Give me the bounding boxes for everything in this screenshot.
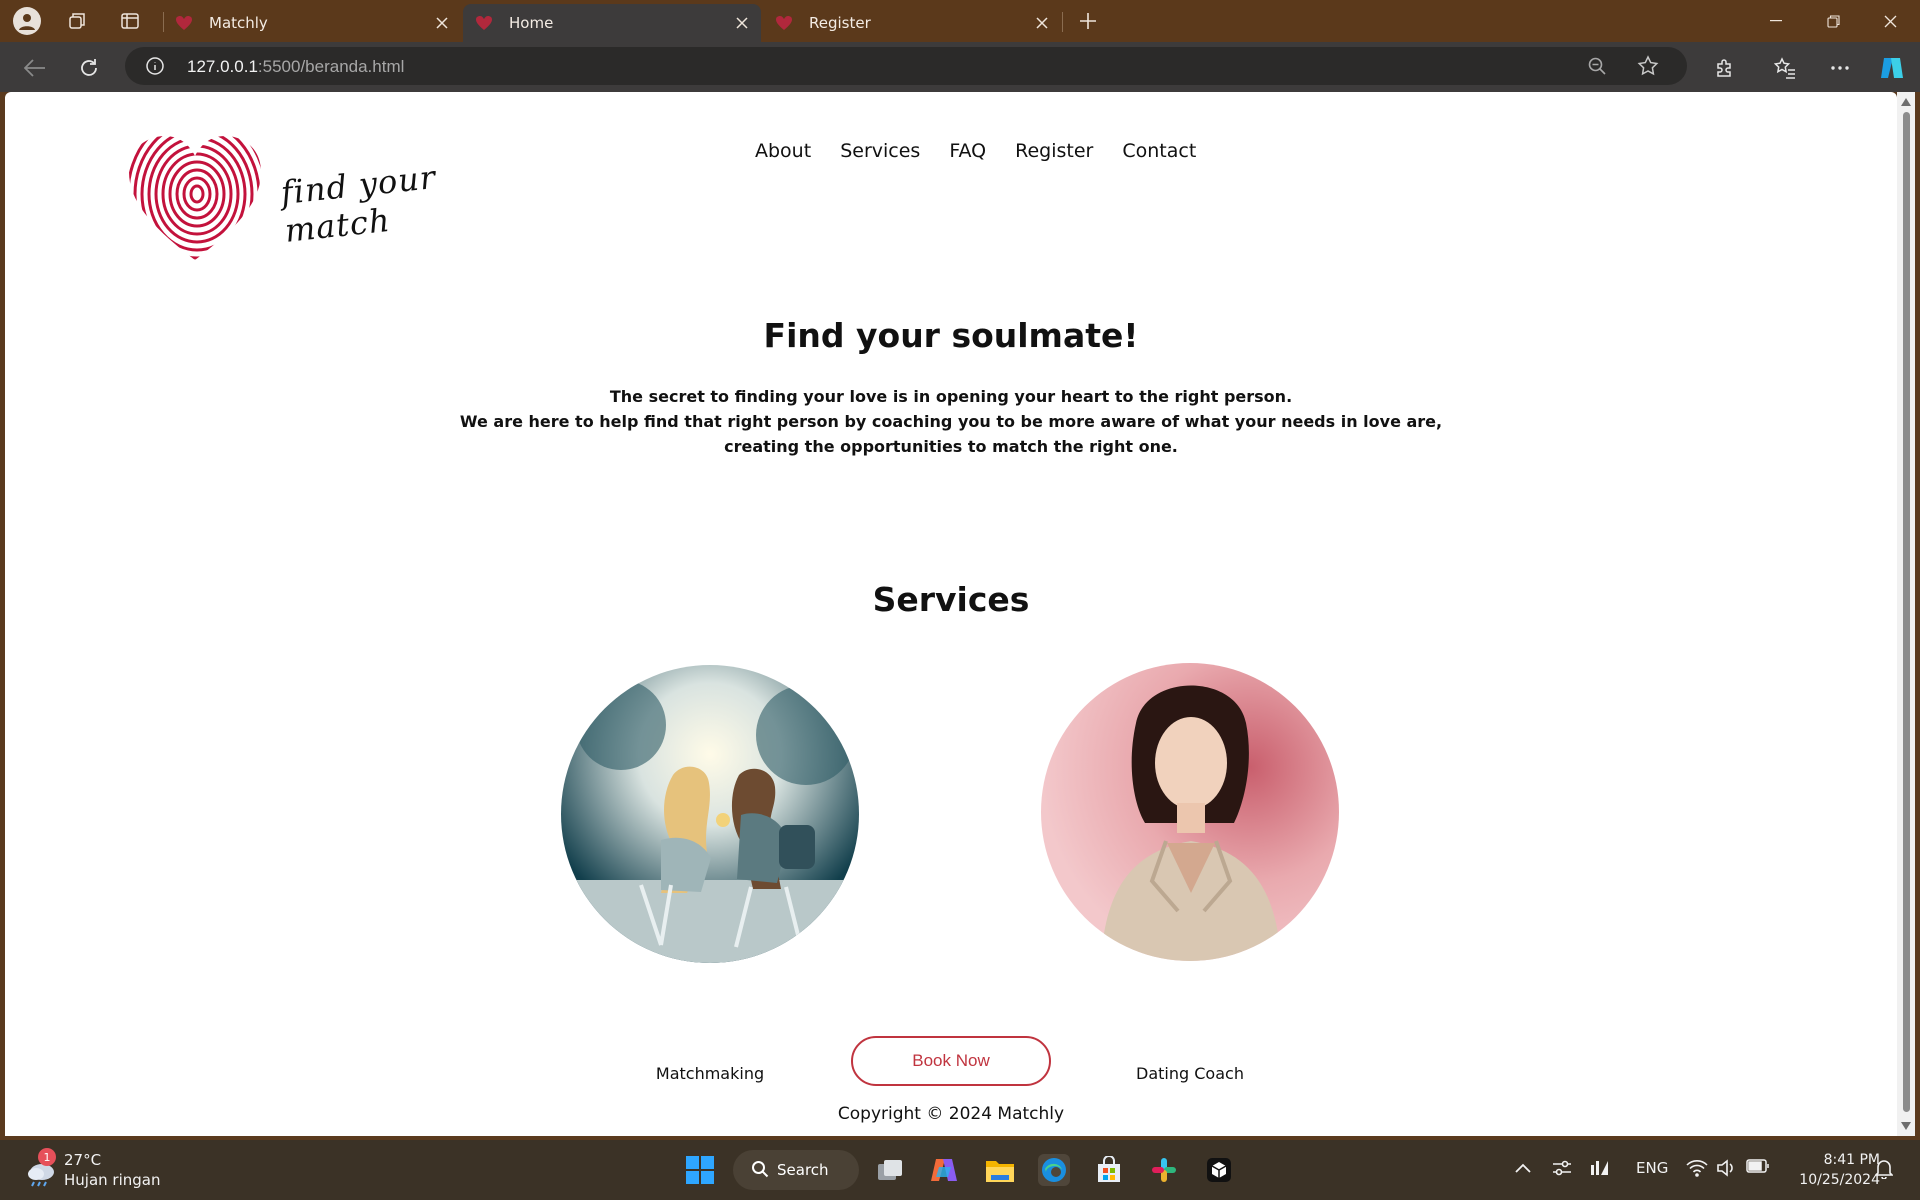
- edge-browser-icon[interactable]: [1038, 1154, 1070, 1186]
- page-scrollbar[interactable]: [1897, 92, 1915, 1136]
- services-heading: Services: [872, 580, 1030, 619]
- clock-date: 10/25/2024: [1799, 1172, 1880, 1188]
- app-cube-icon[interactable]: [1203, 1154, 1235, 1186]
- browser-toolbar: 127.0.0.1:5500/beranda.html: [0, 42, 1920, 92]
- taskbar-search-button[interactable]: Search: [733, 1150, 859, 1190]
- back-arrow-icon[interactable]: [20, 53, 50, 83]
- service-label-dating-coach: Dating Coach: [1136, 1064, 1244, 1083]
- site-info-icon[interactable]: [145, 56, 165, 80]
- heart-favicon-icon: [175, 14, 193, 32]
- settings-sliders-icon[interactable]: [1552, 1159, 1572, 1181]
- hero-line-3: creating the opportunities to match the …: [724, 437, 1178, 456]
- fingerprint-heart-icon: [129, 136, 261, 260]
- language-indicator[interactable]: ENG: [1636, 1159, 1668, 1177]
- microsoft-store-icon[interactable]: [1093, 1154, 1125, 1186]
- search-label: Search: [777, 1161, 829, 1179]
- vertical-tabs-icon[interactable]: [115, 7, 145, 35]
- system-clock[interactable]: 8:41 PM 10/25/2024: [1780, 1150, 1880, 1190]
- nav-register[interactable]: Register: [1015, 140, 1093, 162]
- workspaces-icon[interactable]: [62, 7, 92, 35]
- hero-description: The secret to finding your love is in op…: [5, 384, 1897, 459]
- slack-icon[interactable]: [1148, 1154, 1180, 1186]
- service-label-matchmaking: Matchmaking: [655, 1064, 765, 1083]
- nav-contact[interactable]: Contact: [1122, 140, 1196, 162]
- url-text: 127.0.0.1:5500/beranda.html: [187, 57, 405, 76]
- search-icon: [751, 1160, 769, 1182]
- show-hidden-icons-chevron-icon[interactable]: [1515, 1159, 1531, 1177]
- wifi-icon[interactable]: [1686, 1159, 1708, 1181]
- refresh-icon[interactable]: [74, 53, 104, 83]
- tab-label: Register: [809, 14, 871, 32]
- clock-time: 8:41 PM: [1823, 1152, 1880, 1168]
- task-view-icon[interactable]: [874, 1154, 906, 1186]
- main-nav: About Services FAQ Register Contact: [755, 140, 1196, 162]
- scroll-thumb[interactable]: [1903, 112, 1910, 1112]
- extensions-puzzle-icon[interactable]: [1710, 53, 1740, 83]
- zoom-out-icon[interactable]: [1587, 56, 1607, 80]
- favorite-star-icon[interactable]: [1637, 55, 1659, 81]
- tab-label: Matchly: [209, 14, 268, 32]
- nav-faq[interactable]: FAQ: [949, 140, 986, 162]
- close-window-icon[interactable]: [1868, 8, 1912, 34]
- nav-services[interactable]: Services: [840, 140, 920, 162]
- heart-favicon-icon: [475, 14, 493, 32]
- battery-icon[interactable]: [1746, 1159, 1770, 1177]
- favorites-list-icon[interactable]: [1770, 53, 1800, 83]
- address-bar[interactable]: 127.0.0.1:5500/beranda.html: [125, 47, 1687, 85]
- tab-register[interactable]: Register: [763, 4, 1061, 42]
- book-now-button[interactable]: Book Now: [851, 1036, 1051, 1086]
- notification-bell-icon[interactable]: [1874, 1159, 1894, 1183]
- restore-window-icon[interactable]: [1811, 8, 1855, 34]
- nav-about[interactable]: About: [755, 140, 811, 162]
- heart-favicon-icon: [775, 14, 793, 32]
- weather-notification-badge: 1: [38, 1148, 56, 1166]
- profile-avatar-icon[interactable]: [13, 7, 41, 35]
- copilot-icon[interactable]: [1877, 53, 1907, 83]
- hero-title: Find your soulmate!: [763, 316, 1139, 355]
- scroll-down-arrow-icon[interactable]: [1901, 1122, 1911, 1130]
- volume-icon[interactable]: [1716, 1159, 1736, 1181]
- new-tab-plus-icon[interactable]: [1073, 7, 1103, 35]
- footer-copyright: Copyright © 2024 Matchly: [837, 1104, 1065, 1124]
- windows-start-icon[interactable]: [684, 1154, 716, 1186]
- scroll-up-arrow-icon[interactable]: [1901, 98, 1911, 106]
- close-tab-icon[interactable]: [1033, 14, 1051, 32]
- hero-line-2: We are here to help find that right pers…: [459, 412, 1443, 431]
- weather-description: Hujan ringan: [64, 1171, 161, 1189]
- browser-tab-strip: Matchly Home Register: [0, 0, 1920, 42]
- copilot-app-icon[interactable]: [928, 1154, 960, 1186]
- more-options-icon[interactable]: [1825, 53, 1855, 83]
- couple-at-cafe-image: [561, 665, 859, 963]
- sound-meter-icon[interactable]: [1590, 1159, 1610, 1181]
- windows-taskbar: 1 27°C Hujan ringan Search ENG 8:41 PM 1…: [0, 1140, 1920, 1200]
- close-tab-icon[interactable]: [733, 14, 751, 32]
- tab-label: Home: [509, 14, 554, 32]
- tab-matchly[interactable]: Matchly: [163, 4, 461, 42]
- hero-line-1: The secret to finding your love is in op…: [609, 387, 1293, 406]
- logo-tagline: find your match: [279, 157, 438, 250]
- minimize-window-icon[interactable]: [1754, 8, 1798, 34]
- page-viewport: find your match About Services FAQ Regis…: [5, 92, 1897, 1136]
- close-tab-icon[interactable]: [433, 14, 451, 32]
- weather-temperature: 27°C: [64, 1151, 102, 1169]
- weather-widget[interactable]: 1 27°C Hujan ringan: [24, 1148, 161, 1190]
- tab-home[interactable]: Home: [463, 4, 761, 42]
- coach-portrait-image: [1041, 663, 1339, 961]
- site-logo[interactable]: find your match: [125, 132, 505, 262]
- file-explorer-icon[interactable]: [984, 1154, 1016, 1186]
